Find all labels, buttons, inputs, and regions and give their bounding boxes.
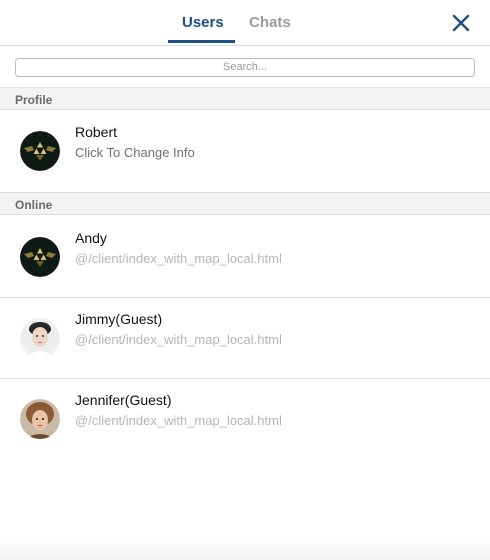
tab-users[interactable]: Users xyxy=(182,14,224,40)
tab-chats[interactable]: Chats xyxy=(249,14,291,40)
bottom-fade xyxy=(0,540,490,560)
active-tab-indicator xyxy=(168,40,235,43)
tab-bar: Users Chats xyxy=(0,0,490,46)
avatar xyxy=(20,399,60,439)
section-header-online: Online xyxy=(0,192,490,215)
online-user-row[interactable]: Andy @/client/index_with_map_local.html xyxy=(0,216,490,298)
user-name: Jimmy(Guest) xyxy=(75,311,163,327)
online-user-row[interactable]: Jennifer(Guest) @/client/index_with_map_… xyxy=(0,378,490,459)
close-icon xyxy=(452,14,470,32)
online-user-row[interactable]: Jimmy(Guest) @/client/index_with_map_loc… xyxy=(0,297,490,379)
close-button[interactable] xyxy=(450,12,472,34)
avatar xyxy=(20,318,60,358)
guest-photo-icon xyxy=(20,399,60,439)
section-header-profile: Profile xyxy=(0,87,490,110)
profile-row[interactable]: Robert Click To Change Info xyxy=(0,110,490,191)
profile-name: Robert xyxy=(75,124,118,140)
section-title-online: Online xyxy=(15,198,53,212)
avatar xyxy=(20,237,60,277)
triforce-emblem-icon xyxy=(20,237,60,277)
user-location: @/client/index_with_map_local.html xyxy=(75,413,282,428)
section-title-profile: Profile xyxy=(15,93,53,107)
guest-photo-icon xyxy=(20,318,60,358)
search-bar xyxy=(15,57,475,77)
user-name: Jennifer(Guest) xyxy=(75,392,172,408)
profile-subtitle: Click To Change Info xyxy=(75,145,195,160)
search-input[interactable] xyxy=(15,57,475,77)
user-location: @/client/index_with_map_local.html xyxy=(75,332,282,347)
avatar xyxy=(20,131,60,171)
triforce-emblem-icon xyxy=(20,131,60,171)
user-location: @/client/index_with_map_local.html xyxy=(75,251,282,266)
user-name: Andy xyxy=(75,230,107,246)
